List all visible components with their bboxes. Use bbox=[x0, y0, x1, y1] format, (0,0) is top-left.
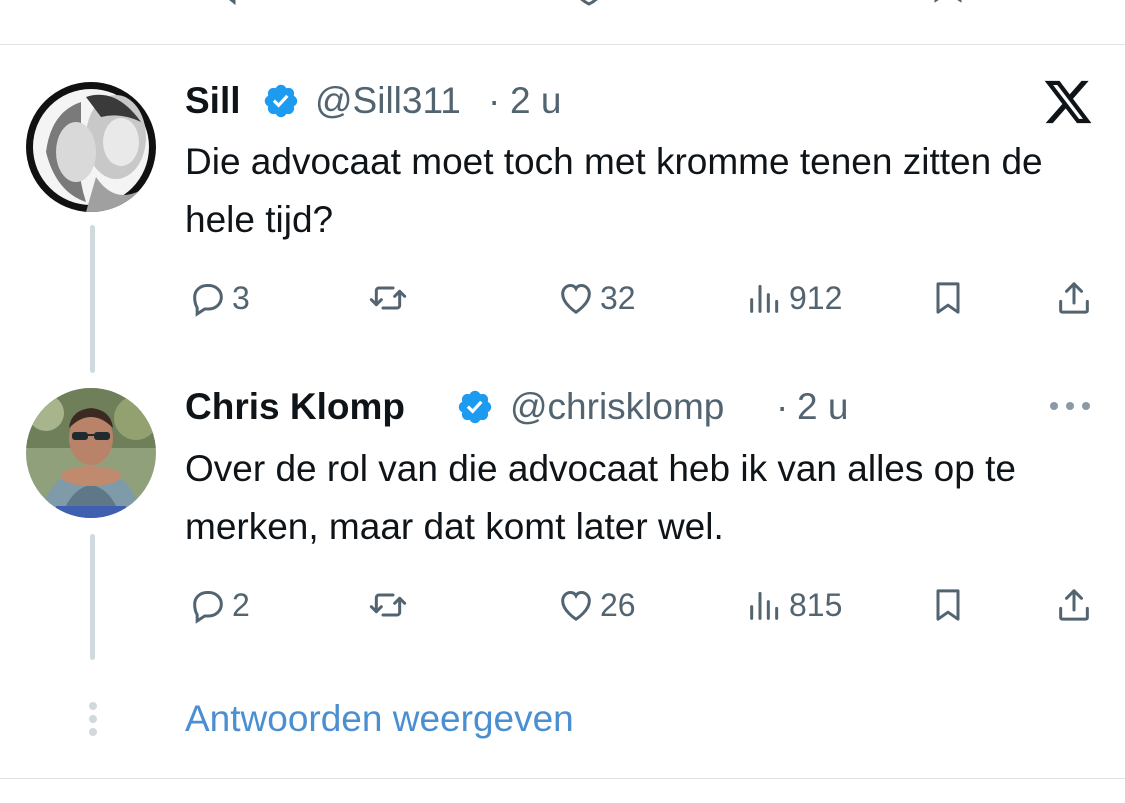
thread-line bbox=[90, 225, 95, 373]
more-icon[interactable] bbox=[1046, 392, 1094, 420]
author-handle[interactable]: @chrisklomp bbox=[510, 386, 724, 428]
tweet-text: Die advocaat moet toch met kromme tenen … bbox=[185, 141, 1043, 240]
avatar-image bbox=[26, 82, 156, 212]
retweet-button[interactable] bbox=[368, 278, 408, 318]
verified-badge-icon bbox=[456, 388, 494, 426]
tweet-divider-top bbox=[0, 44, 1125, 45]
author-name[interactable]: Sill bbox=[185, 80, 241, 122]
share-icon bbox=[1059, 589, 1089, 621]
bookmark-icon bbox=[936, 589, 960, 621]
bookmark-button[interactable] bbox=[928, 585, 968, 625]
share-button[interactable] bbox=[1054, 585, 1094, 625]
author-name[interactable]: Chris Klomp bbox=[185, 386, 405, 428]
avatar-chris-klomp[interactable] bbox=[26, 388, 156, 518]
tweet-text: Over de rol van die advocaat heb ik van … bbox=[185, 448, 1016, 547]
dot-separator: · bbox=[776, 386, 789, 427]
views-icon bbox=[750, 284, 779, 313]
reply-icon bbox=[193, 591, 223, 624]
retweet-icon bbox=[369, 286, 407, 310]
tweet-divider-bottom bbox=[0, 778, 1125, 779]
show-replies-link[interactable]: Antwoorden weergeven bbox=[185, 698, 574, 740]
avatar-sill[interactable] bbox=[26, 82, 156, 212]
verified-badge-icon bbox=[262, 82, 300, 120]
retweet-icon bbox=[369, 593, 407, 617]
bookmark-button[interactable] bbox=[928, 278, 968, 318]
reply-button[interactable]: 2 bbox=[188, 585, 250, 625]
view-count: 815 bbox=[789, 587, 843, 623]
heart-icon bbox=[561, 283, 591, 314]
like-count: 32 bbox=[600, 280, 636, 316]
like-button[interactable]: 26 bbox=[556, 585, 636, 625]
bookmark-icon bbox=[936, 282, 960, 314]
share-icon bbox=[1059, 282, 1089, 314]
reply-count: 2 bbox=[232, 587, 250, 623]
like-button[interactable]: 32 bbox=[556, 278, 636, 318]
views-icon bbox=[750, 591, 779, 620]
avatar-image bbox=[26, 388, 156, 518]
view-count: 912 bbox=[789, 280, 843, 316]
thread-dots-icon bbox=[86, 700, 100, 738]
timestamp[interactable]: 2 u bbox=[510, 80, 561, 122]
reply-icon bbox=[193, 284, 223, 317]
previous-tweet-actions-cutoff bbox=[0, 0, 1125, 8]
retweet-button[interactable] bbox=[368, 585, 408, 625]
author-handle[interactable]: @Sill311 bbox=[315, 80, 461, 122]
share-button[interactable] bbox=[1054, 278, 1094, 318]
reply-count: 3 bbox=[232, 280, 250, 316]
heart-icon bbox=[561, 590, 591, 621]
like-count: 26 bbox=[600, 587, 636, 623]
views-button[interactable]: 815 bbox=[745, 585, 842, 625]
views-button[interactable]: 912 bbox=[745, 278, 842, 318]
dot-separator: · bbox=[488, 80, 501, 121]
thread-line bbox=[90, 534, 95, 660]
x-logo-icon bbox=[1042, 76, 1094, 128]
reply-button[interactable]: 3 bbox=[188, 278, 250, 318]
timestamp[interactable]: 2 u bbox=[797, 386, 848, 428]
